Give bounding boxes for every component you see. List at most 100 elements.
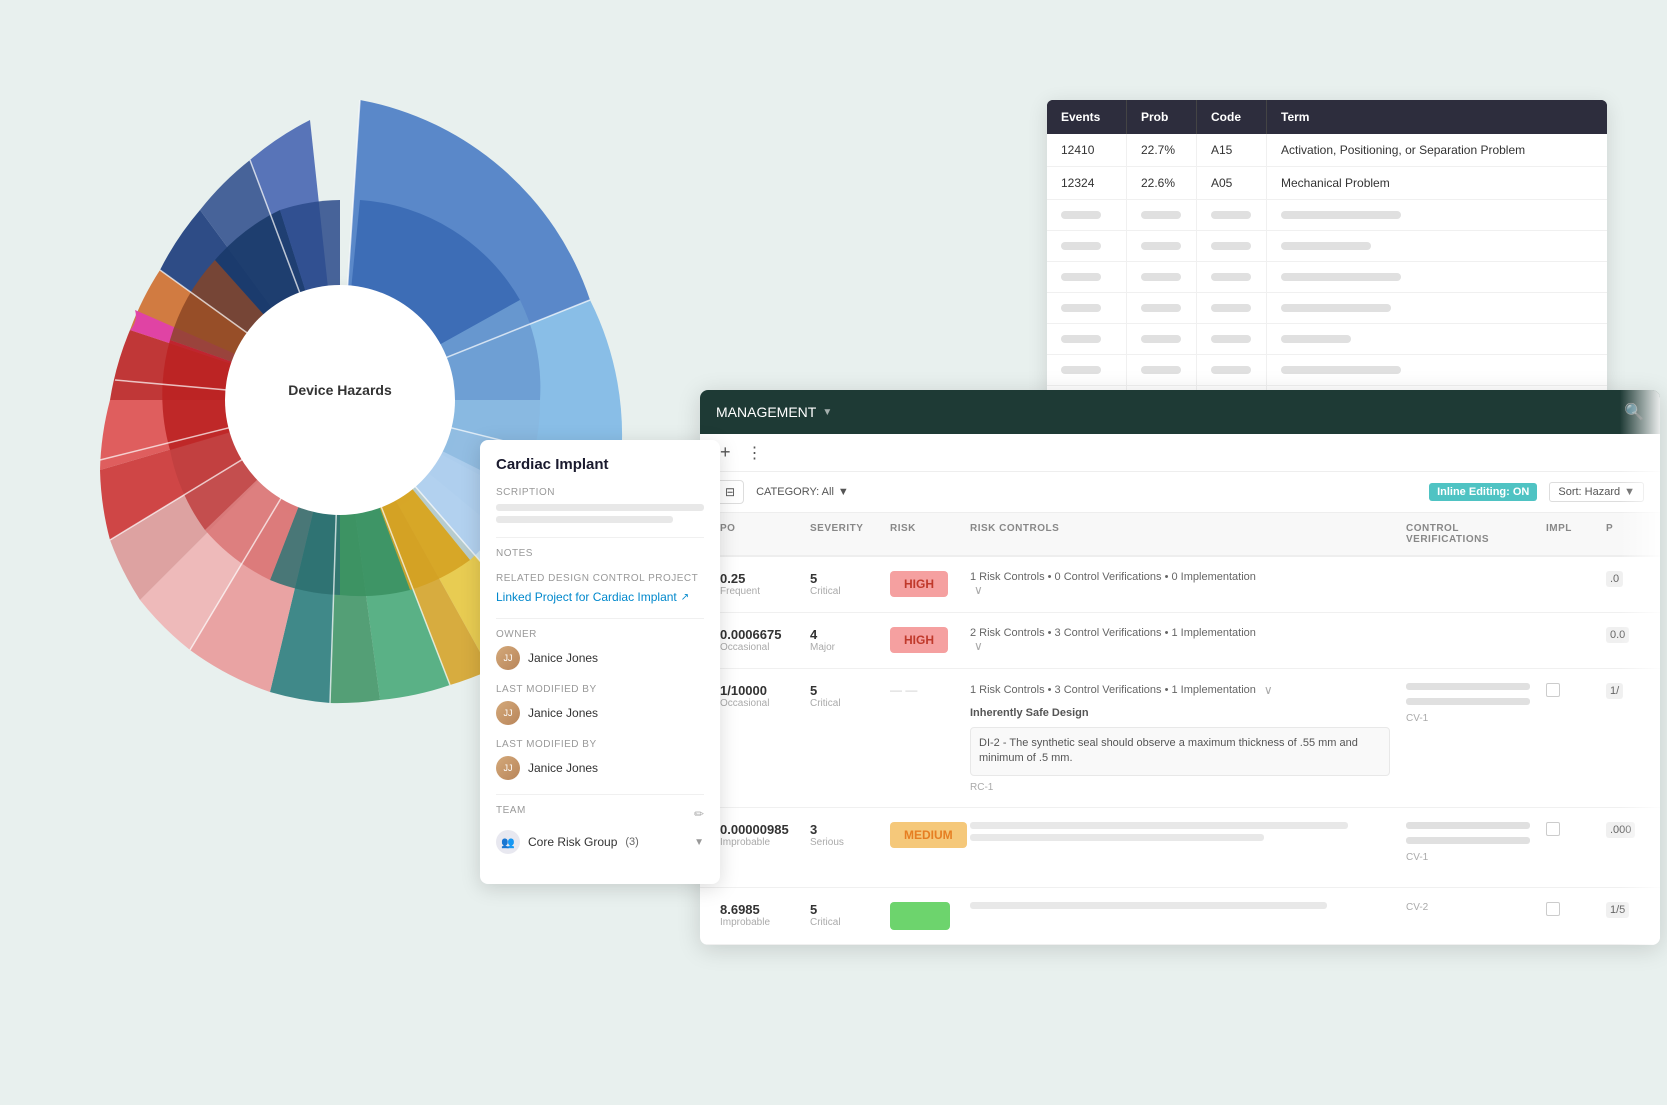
toolbar-left: + ⋮	[716, 442, 763, 463]
impl-checkbox-3[interactable]	[1546, 822, 1560, 836]
link-text: Linked Project for Cardiac Implant	[496, 590, 677, 604]
cv-skeleton-1	[1406, 683, 1530, 690]
po-header: Po	[712, 513, 802, 555]
severity-cell-2: 5 Critical	[802, 679, 882, 713]
severity-label-4: Critical	[810, 917, 874, 928]
cv-row-0	[1406, 683, 1530, 690]
risk-row-3[interactable]: 0.00000985 Improbable 3 Serious MEDIUM C…	[700, 808, 1660, 888]
p-cell-3: .000	[1598, 818, 1648, 840]
events-row-skeleton-4	[1047, 293, 1607, 324]
filter-icon: ⊟	[725, 485, 735, 499]
more-button[interactable]: ⋮	[747, 443, 763, 463]
severity-value-2: 5	[810, 683, 874, 698]
expand-chevron-2[interactable]: ∨	[1264, 683, 1273, 697]
po-value-4: 8.6985	[720, 902, 794, 917]
risk-row-0[interactable]: 0.25 Frequent 5 Critical HIGH 1 Risk Con…	[700, 557, 1660, 613]
owner-label: Owner	[496, 629, 704, 640]
team-row[interactable]: 👥 Core Risk Group (3) ▼	[496, 830, 704, 854]
cv-cell-0	[1398, 567, 1538, 575]
divider-2	[496, 618, 704, 619]
category-chevron-icon: ▼	[838, 486, 849, 498]
severity-header: SEVERITY	[802, 513, 882, 555]
risk-table-header: Po SEVERITY RISK RISK CONTROLS CONTROL V…	[700, 513, 1660, 557]
cv-skeleton-2	[1406, 698, 1530, 705]
cv-cell-4: CV-2	[1398, 898, 1538, 917]
risk-row-2[interactable]: 1/10000 Occasional 5 Critical — — 1 Risk…	[700, 669, 1660, 808]
last-modified-label: Last Modified By	[496, 684, 704, 695]
events-table: Events Prob Code Term 12410 22.7% A15 Ac…	[1047, 100, 1607, 416]
last-modified2-section: Last Modified By JJ Janice Jones	[496, 739, 704, 780]
category-text: CATEGORY: All	[756, 486, 834, 498]
po-cell-2: 1/10000 Occasional	[712, 679, 802, 713]
impl-checkbox-2[interactable]	[1546, 683, 1560, 697]
controls-summary-1: 2 Risk Controls • 3 Control Verification…	[970, 627, 1390, 639]
cv-row-1	[1406, 698, 1530, 705]
last-modified-name: Janice Jones	[528, 706, 598, 720]
p-cell-4: 1/5	[1598, 898, 1648, 920]
divider-1	[496, 537, 704, 538]
severity-cell-4: 5 Critical	[802, 898, 882, 932]
po-label-3: Improbable	[720, 837, 794, 848]
expand-chevron-1[interactable]: ∨	[974, 639, 983, 653]
risk-row-4[interactable]: 8.6985 Improbable 5 Critical CV-2 1/5	[700, 888, 1660, 945]
notes-section: Notes	[496, 548, 704, 559]
cv-skeleton-3b	[1406, 837, 1530, 844]
po-label-4: Improbable	[720, 917, 794, 928]
last-modified2-row: JJ Janice Jones	[496, 756, 704, 780]
impl-checkbox-4[interactable]	[1546, 902, 1560, 916]
severity-cell-3: 3 Serious	[802, 818, 882, 852]
expand-chevron-0[interactable]: ∨	[974, 583, 983, 597]
po-label-1: Occasional	[720, 642, 794, 653]
related-project-link[interactable]: Linked Project for Cardiac Implant ↗	[496, 590, 704, 604]
panel-title: Cardiac Implant	[496, 456, 704, 473]
p-value-0: .0	[1606, 571, 1623, 587]
code-cell-0: A15	[1197, 134, 1267, 166]
events-cell-1: 12324	[1047, 167, 1127, 199]
risk-cell-1: HIGH	[882, 623, 962, 657]
divider-3	[496, 794, 704, 795]
owner-avatar: JJ	[496, 646, 520, 670]
risk-badge-4-green	[890, 902, 950, 930]
controls-cell-2: 1 Risk Controls • 3 Control Verification…	[962, 679, 1398, 797]
filter-button[interactable]: ⊟	[716, 480, 744, 504]
po-value-1: 0.0006675	[720, 627, 794, 642]
team-label: Team	[496, 805, 526, 816]
category-badge[interactable]: CATEGORY: All ▼	[756, 486, 849, 498]
risk-row-1[interactable]: 0.0006675 Occasional 4 Major HIGH 2 Risk…	[700, 613, 1660, 669]
code-cell-1: A05	[1197, 167, 1267, 199]
last-modified2-avatar: JJ	[496, 756, 520, 780]
severity-label-1: Major	[810, 642, 874, 653]
sunburst-center-label: Device Hazards	[288, 382, 392, 398]
controls-summary-0: 1 Risk Controls • 0 Control Verification…	[970, 571, 1390, 583]
team-chevron-icon[interactable]: ▼	[694, 837, 704, 848]
design-input-box: DI-2 - The synthetic seal should observe…	[970, 727, 1390, 776]
rc-label: RC-1	[970, 782, 1390, 793]
sort-button[interactable]: Sort: Hazard ▼	[1549, 482, 1644, 502]
po-value-0: 0.25	[720, 571, 794, 586]
term-col-header: Term	[1267, 100, 1607, 134]
severity-value-1: 4	[810, 627, 874, 642]
risk-header: RISK	[882, 513, 962, 555]
team-count: (3)	[625, 836, 638, 848]
nav-title-text: MANAGEMENT	[716, 404, 816, 420]
last-modified-section: Last Modified By JJ Janice Jones	[496, 684, 704, 725]
po-value-3: 0.00000985	[720, 822, 794, 837]
severity-value-4: 5	[810, 902, 874, 917]
nav-search-icon[interactable]: 🔍	[1624, 402, 1644, 422]
impl-cell-1	[1538, 623, 1598, 631]
team-section-header: Team ✏	[496, 805, 704, 822]
po-cell-1: 0.0006675 Occasional	[712, 623, 802, 657]
team-edit-icon[interactable]: ✏	[694, 807, 704, 821]
inline-editing-badge[interactable]: Inline Editing: ON	[1429, 483, 1537, 501]
cv-1-label: CV-1	[1406, 713, 1530, 724]
events-col-header: Events	[1047, 100, 1127, 134]
last-modified2-name: Janice Jones	[528, 761, 598, 775]
events-row-skeleton-6	[1047, 355, 1607, 386]
prob-col-header: Prob	[1127, 100, 1197, 134]
code-col-header: Code	[1197, 100, 1267, 134]
impl-cell-3	[1538, 818, 1598, 840]
risk-badge-0: HIGH	[890, 571, 948, 597]
description-section: scription	[496, 487, 704, 523]
nav-bar: MANAGEMENT ▼ 🔍	[700, 390, 1660, 434]
external-link-icon: ↗	[681, 592, 689, 603]
